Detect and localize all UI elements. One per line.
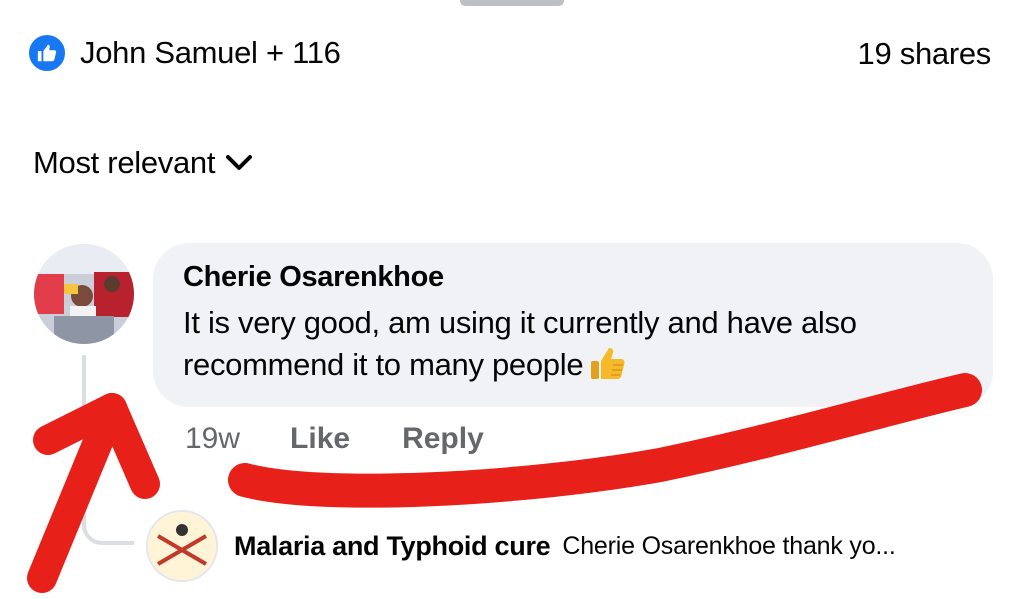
comment-author[interactable]: Cherie Osarenkhoe [183, 261, 963, 294]
reply-preview[interactable]: Malaria and Typhoid cure Cherie Osarenkh… [146, 510, 896, 582]
chevron-down-icon [225, 145, 253, 181]
like-reaction-icon [27, 33, 67, 73]
thread-connector [82, 355, 134, 545]
reply-avatar[interactable] [146, 510, 218, 582]
like-button[interactable]: Like [290, 422, 350, 456]
shares-count[interactable]: 19 shares [858, 36, 992, 72]
sort-dropdown[interactable]: Most relevant [33, 145, 253, 181]
comment-time[interactable]: 19w [185, 422, 240, 456]
sort-label: Most relevant [33, 145, 216, 180]
reactions-summary[interactable]: John Samuel + 116 [27, 33, 341, 73]
drag-handle[interactable] [460, 0, 564, 6]
reply-button[interactable]: Reply [402, 422, 484, 456]
reactors-text[interactable]: John Samuel + 116 [80, 35, 341, 71]
reply-author[interactable]: Malaria and Typhoid cure [234, 531, 551, 562]
comment-actions: 19w Like Reply [185, 422, 536, 456]
thumbs-up-emoji-icon [589, 345, 627, 392]
comment-bubble[interactable]: Cherie Osarenkhoe It is very good, am us… [153, 243, 993, 407]
commenter-avatar[interactable] [34, 244, 134, 344]
comment-text: It is very good, am using it currently a… [183, 305, 857, 382]
reply-text: Cherie Osarenkhoe thank yo... [562, 531, 896, 560]
comment-body: It is very good, am using it currently a… [183, 302, 963, 392]
